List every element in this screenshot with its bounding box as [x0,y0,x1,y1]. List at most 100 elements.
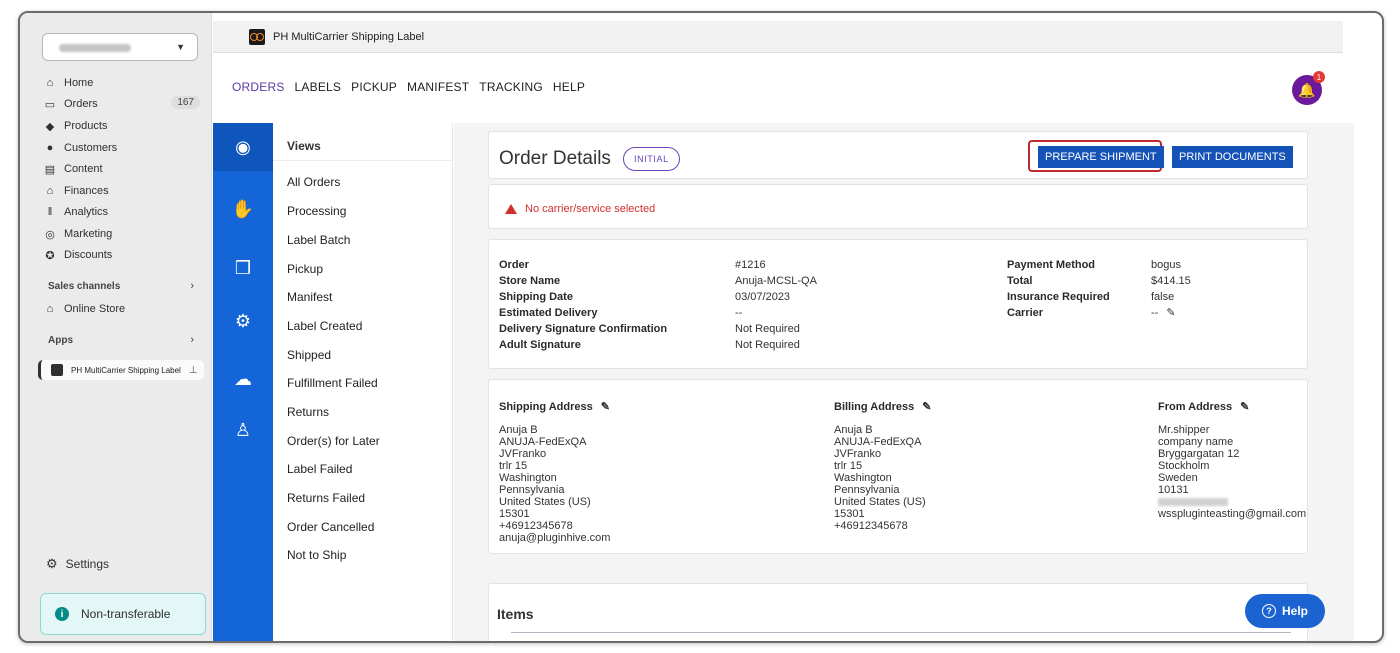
label: Estimated Delivery [499,307,598,319]
notification-bell-button[interactable]: 🔔 1 [1292,71,1325,105]
value: Anuja-MCSL-QA [735,275,817,287]
box-icon[interactable]: ❒ [213,258,273,279]
prepare-shipment-button[interactable]: PREPARE SHIPMENT [1038,146,1164,168]
target-icon: ◎ [45,228,55,241]
menu-labels[interactable]: LABELS [295,80,342,94]
view-item[interactable]: Returns Failed [287,491,365,505]
menu-manifest[interactable]: MANIFEST [407,80,469,94]
tag-icon: ◆ [45,120,55,133]
value: Not Required [735,339,800,351]
address-line: 15301 [499,508,530,520]
view-item[interactable]: All Orders [287,175,340,189]
address-line: ANUJA-FedExQA [834,436,922,448]
help-button[interactable]: ? Help [1245,594,1325,628]
nav-app-ph-multicarrier[interactable]: PH MultiCarrier Shipping Label ⊥ [38,360,204,380]
nav-home[interactable]: ⌂ Home [42,74,200,92]
address-line: Washington [834,472,892,484]
from-address: Mr.shipper company name Bryggargatan 12 … [1158,424,1306,520]
edit-from-address-icon[interactable]: ✎ [1240,400,1249,413]
shipping-hand-icon[interactable]: ✋ [213,199,273,220]
view-item[interactable]: Label Failed [287,462,352,476]
shopify-sidebar: ▼ ⌂ Home ▭ Orders 167 ◆ Products ● Customers … [20,13,212,641]
address-line: +46912345678 [834,520,908,532]
nav-analytics[interactable]: ǁ Analytics [42,203,200,221]
view-item[interactable]: Returns [287,405,329,419]
settings-cog-icon[interactable]: ⚙ [213,311,273,332]
shipping-address-header: Shipping Address ✎ [499,400,610,413]
store-selector[interactable]: ▼ [42,33,198,61]
value: Not Required [735,323,800,335]
address-line: +46912345678 [499,520,573,532]
nav-customers[interactable]: ● Customers [42,139,200,157]
menu-help[interactable]: HELP [553,80,585,94]
view-item[interactable]: Shipped [287,348,331,362]
label: Payment Method [1007,259,1096,271]
nav-discounts[interactable]: ✪ Discounts [42,246,200,264]
bank-icon: ⌂ [46,185,54,197]
store-icon: ⌂ [46,303,54,315]
edit-carrier-icon[interactable]: ✎ [1166,305,1175,321]
address-line: JVFranko [499,448,547,460]
nav-label: Products [64,120,108,132]
non-transferable-banner[interactable]: i Non-transferable [40,593,206,635]
store-name-blurred [59,44,131,52]
label: Store Name [499,275,561,287]
chevron-down-icon: ▼ [176,42,185,52]
view-item[interactable]: Manifest [287,290,332,304]
print-documents-button[interactable]: PRINT DOCUMENTS [1172,146,1293,168]
chevron-right-icon: › [190,280,194,292]
addresses-card: Shipping Address ✎ Anuja B ANUJA-FedExQA … [488,379,1308,554]
order-info-card: Order Store Name Shipping Date Estimated… [488,239,1308,369]
nav-orders[interactable]: ▭ Orders 167 [42,95,200,113]
view-item[interactable]: Order Cancelled [287,520,374,534]
view-item[interactable]: Label Batch [287,233,350,247]
value: -- [1151,307,1159,319]
label: Total [1007,275,1033,287]
app-logo-icon [51,364,63,376]
question-icon: ? [1261,604,1276,618]
label: Order [499,259,529,271]
edit-shipping-address-icon[interactable]: ✎ [601,400,610,413]
nav-marketing[interactable]: ◎ Marketing [42,225,200,243]
section-label: Sales channels [48,281,121,292]
order-info-left-labels: Order Store Name Shipping Date Estimated… [499,257,667,353]
pin-icon[interactable]: ⊥ [189,365,198,376]
label: Adult Signature [499,339,581,351]
carrier-row: -- ✎ [1151,305,1191,321]
address-line: Mr.shipper [1158,424,1210,436]
address-line: Sweden [1158,472,1198,484]
nav-label: Analytics [64,206,109,218]
nav-finances[interactable]: ⌂ Finances [42,182,200,200]
view-item[interactable]: Not to Ship [287,548,346,562]
value: false [1151,291,1175,303]
cloud-upload-icon[interactable]: ☁ [213,369,273,390]
nav-settings[interactable]: ⚙ Settings [46,556,109,572]
nav-label: Discounts [64,249,113,261]
view-item[interactable]: Processing [287,204,346,218]
view-item[interactable]: Pickup [287,262,323,276]
edit-billing-address-icon[interactable]: ✎ [922,400,931,413]
nav-online-store[interactable]: ⌂ Online Store [42,300,200,318]
address-line: company name [1158,436,1234,448]
view-item[interactable]: Order(s) for Later [287,434,380,448]
sales-channels-section[interactable]: Sales channels › [48,280,198,292]
views-eye-icon[interactable]: ◉ [213,123,273,171]
app-window: ▼ ⌂ Home ▭ Orders 167 ◆ Products ● Customers … [18,11,1384,643]
view-item[interactable]: Label Created [287,319,362,333]
status-badge: INITIAL [623,147,680,171]
nav-content[interactable]: ▤ Content [42,160,200,178]
apps-section[interactable]: Apps › [48,334,198,346]
menu-tracking[interactable]: TRACKING [479,80,543,94]
address-line: Pennsylvania [499,484,565,496]
view-item[interactable]: Fulfillment Failed [287,376,378,390]
nav-label: Online Store [64,303,126,315]
nav-label: Content [64,163,103,175]
address-line: anuja@pluginhive.com [499,532,611,544]
nav-products[interactable]: ◆ Products [42,117,200,135]
from-phone-blurred [1158,496,1306,508]
user-icon[interactable]: ♙ [213,420,273,441]
address-line: Washington [499,472,557,484]
menu-orders[interactable]: ORDERS [232,80,285,94]
menu-pickup[interactable]: PICKUP [351,80,397,94]
views-title: Views [287,139,321,153]
